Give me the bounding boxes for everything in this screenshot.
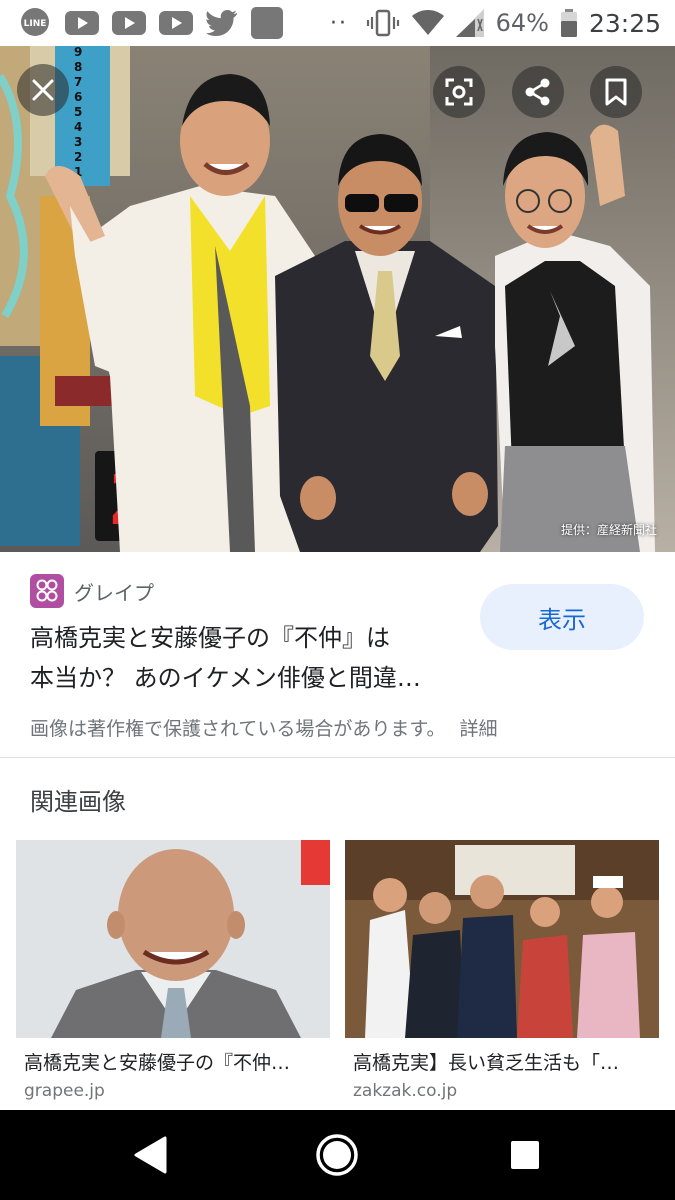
ladder-number: 3: [74, 135, 82, 149]
bookmark-icon: [605, 78, 627, 106]
signal-icon: [455, 9, 484, 37]
vibrate-icon: [366, 9, 399, 37]
divider: [0, 757, 675, 758]
visit-button[interactable]: 表示: [480, 584, 644, 650]
youtube-icon: [65, 11, 99, 35]
photo-credit: 提供：産経新聞社: [560, 523, 657, 537]
hero-image[interactable]: 9 8 7 6 5 4 3 2 1 2: [0, 46, 675, 552]
battery-percentage: 64%: [495, 9, 549, 37]
related-images-heading: 関連画像: [30, 788, 126, 816]
notification-icons: LINE ··: [18, 6, 348, 40]
related-image-card[interactable]: 高橋克実】長い貧乏生活も「… zakzak.co.jp: [345, 840, 659, 1101]
recents-button[interactable]: [500, 1130, 550, 1180]
copyright-notice: 画像は著作権で保護されている場合があります。 詳細: [30, 714, 498, 741]
youtube-icon: [112, 11, 146, 35]
status-bar: LINE ·· 64% 23:25: [0, 0, 675, 46]
share-icon: [525, 78, 550, 106]
grape-icon: [36, 579, 58, 602]
back-icon: [134, 1136, 167, 1174]
result-title-line-1: 高橋克実と安藤優子の『不仲』は: [30, 624, 390, 652]
youtube-icon: [159, 11, 193, 35]
lens-icon: [445, 78, 473, 106]
related-image-domain: grapee.jp: [24, 1081, 105, 1101]
ladder-number: 8: [74, 60, 82, 74]
ladder-numbers: 9 8 7 6 5 4 3 2 1: [74, 46, 82, 179]
related-image-thumbnail: [345, 840, 659, 1038]
svg-text:LINE: LINE: [24, 19, 47, 29]
copyright-text: 画像は著作権で保護されている場合があります。: [30, 718, 446, 740]
recents-icon: [511, 1141, 539, 1169]
system-status: 64% 23:25: [366, 6, 661, 40]
twitter-icon: [206, 10, 237, 36]
save-button[interactable]: [590, 66, 642, 118]
line-icon: LINE: [21, 8, 49, 36]
ladder-number: 6: [74, 90, 82, 104]
hero-photo: 9 8 7 6 5 4 3 2 1 2: [0, 46, 675, 552]
back-button[interactable]: [125, 1130, 175, 1180]
wifi-icon: [411, 10, 444, 35]
related-image-domain: zakzak.co.jp: [353, 1081, 458, 1101]
result-info: グレイプ 高橋克実と安藤優子の『不仲』は 本当か？ あのイケメン俳優と間違… 表…: [0, 552, 675, 757]
lens-search-button[interactable]: [433, 66, 485, 118]
source-row[interactable]: グレイプ: [30, 574, 154, 608]
ladder-number: 4: [74, 120, 82, 134]
ladder-number: 5: [74, 105, 82, 119]
related-image-caption: 高橋克実と安藤優子の『不仲…: [24, 1052, 291, 1074]
source-logo: [30, 574, 64, 608]
battery-icon: [560, 9, 577, 37]
ladder-number: 2: [74, 150, 82, 164]
related-image-card[interactable]: 高橋克実と安藤優子の『不仲… grapee.jp: [16, 840, 330, 1101]
result-title[interactable]: 高橋克実と安藤優子の『不仲』は 本当か？ あのイケメン俳優と間違…: [30, 618, 460, 698]
close-icon: [32, 79, 54, 101]
source-name: グレイプ: [74, 580, 154, 605]
app-icon: [251, 7, 283, 39]
clock: 23:25: [588, 8, 661, 38]
details-link[interactable]: 詳細: [460, 718, 498, 740]
close-button[interactable]: [17, 64, 69, 116]
home-button[interactable]: [312, 1130, 362, 1180]
system-navigation-bar: [0, 1110, 675, 1200]
more-notifications-indicator: ··: [330, 10, 348, 36]
related-image-thumbnail: [16, 840, 330, 1038]
ladder-number: 7: [74, 75, 82, 89]
home-icon: [316, 1134, 358, 1176]
share-button[interactable]: [512, 66, 564, 118]
result-title-line-2: 本当か？ あのイケメン俳優と間違…: [30, 664, 421, 692]
related-image-caption: 高橋克実】長い貧乏生活も「…: [353, 1052, 620, 1074]
ladder-number: 9: [74, 46, 82, 59]
